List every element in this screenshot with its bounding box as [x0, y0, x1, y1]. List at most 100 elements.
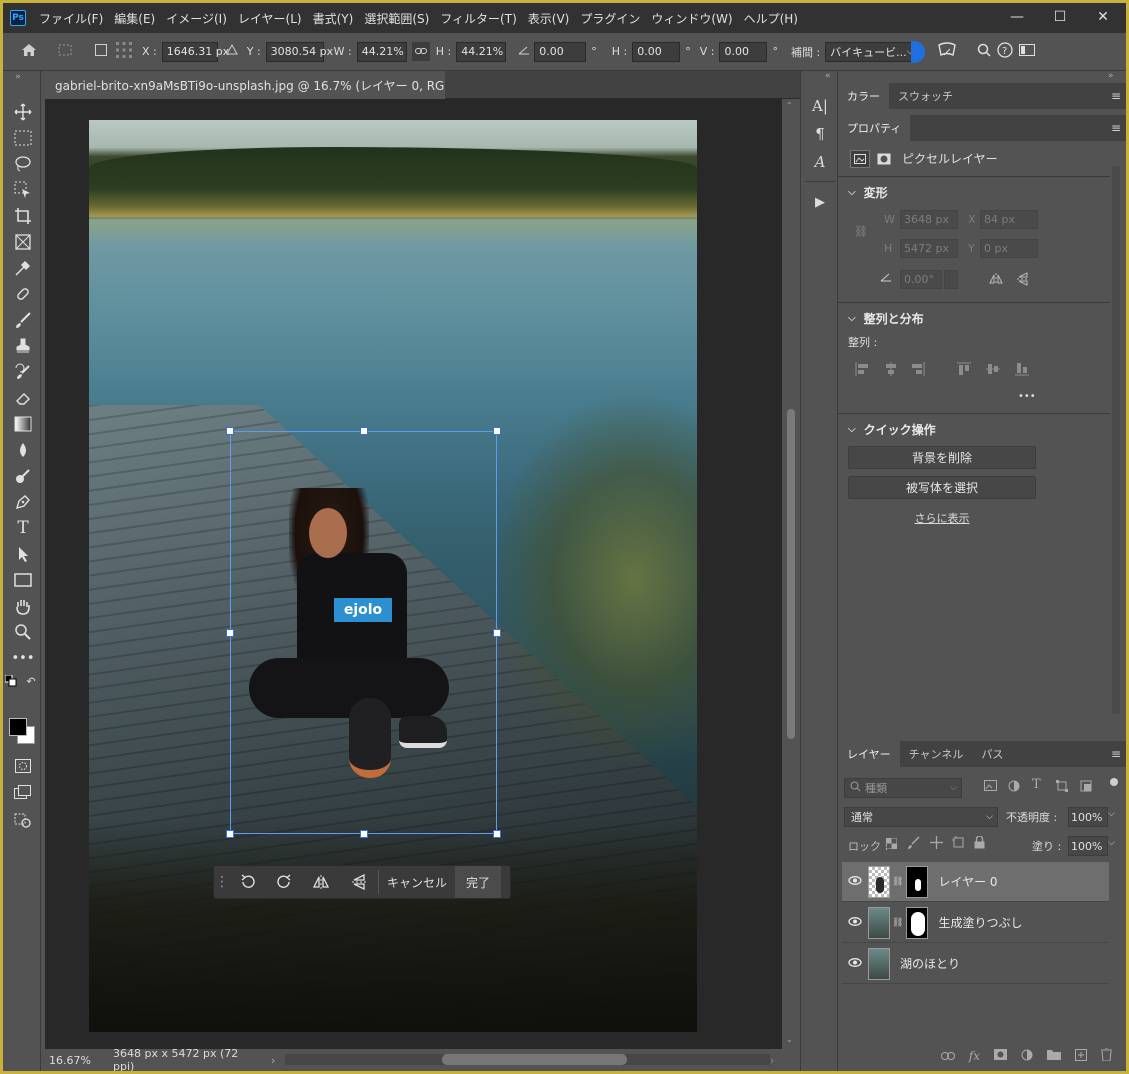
- layer-name[interactable]: 生成塗りつぶし: [938, 914, 1022, 931]
- quick-actions-section-header[interactable]: ⌵ クイック操作: [848, 421, 936, 438]
- tab-layers[interactable]: レイヤー: [838, 741, 900, 767]
- transform-width-field[interactable]: 3648 px: [900, 210, 958, 229]
- properties-menu-icon[interactable]: ≡: [1106, 115, 1126, 141]
- angle-dial[interactable]: [944, 270, 958, 289]
- lock-transparent-icon[interactable]: [885, 837, 898, 852]
- visibility-eye-icon[interactable]: [842, 915, 868, 930]
- frame-tool-icon[interactable]: [12, 231, 34, 253]
- layer-name[interactable]: 湖のほとり: [900, 955, 960, 972]
- swap-colors-icon[interactable]: ↶: [25, 675, 37, 688]
- menu-type[interactable]: 書式(Y): [313, 10, 354, 27]
- menu-view[interactable]: 表示(V): [528, 10, 570, 27]
- filter-type-icon[interactable]: T: [1032, 777, 1041, 792]
- character-panel-icon[interactable]: A|: [809, 95, 831, 117]
- pen-tool-icon[interactable]: [12, 491, 34, 513]
- blend-mode-select[interactable]: 通常 ⌵: [844, 807, 998, 827]
- marquee-tool-icon[interactable]: [12, 127, 34, 149]
- hand-tool-icon[interactable]: [12, 595, 34, 617]
- menu-edit[interactable]: 編集(E): [114, 10, 155, 27]
- menu-plugins[interactable]: プラグイン: [580, 10, 640, 27]
- new-layer-icon[interactable]: [1075, 1048, 1087, 1064]
- tab-properties[interactable]: プロパティ: [838, 115, 911, 141]
- rotation-field[interactable]: 0.00: [534, 41, 587, 62]
- rectangle-tool-icon[interactable]: [12, 569, 34, 591]
- menu-file[interactable]: ファイル(F): [39, 10, 103, 27]
- tab-channels[interactable]: チャンネル: [900, 741, 973, 767]
- history-brush-tool-icon[interactable]: [12, 361, 34, 383]
- drag-handle-icon[interactable]: ⋮: [214, 866, 230, 898]
- handle-bottom-left[interactable]: [226, 830, 234, 838]
- menu-select[interactable]: 選択範囲(S): [364, 10, 429, 27]
- visibility-eye-icon[interactable]: [842, 874, 868, 889]
- flip-vertical-icon[interactable]: [340, 866, 378, 898]
- horizontal-skew-field[interactable]: 0.00: [632, 41, 681, 62]
- handle-top-right[interactable]: [493, 427, 501, 435]
- opacity-dropdown-icon[interactable]: ⌵: [1108, 809, 1120, 819]
- tab-color[interactable]: カラー: [838, 83, 889, 109]
- interpolation-select[interactable]: バイキュービ... ⌵: [825, 41, 914, 62]
- eyedropper-tool-icon[interactable]: [12, 257, 34, 279]
- document-tab[interactable]: gabriel-brito-xn9aMsBTi9o-unsplash.jpg @…: [45, 71, 445, 99]
- panel-menu-icon[interactable]: ≡: [1106, 83, 1126, 109]
- menu-filter[interactable]: フィルター(T): [440, 10, 516, 27]
- align-bottom-icon[interactable]: [1014, 361, 1030, 380]
- layer-mask-thumbnail[interactable]: [906, 906, 929, 939]
- link-layers-icon[interactable]: [940, 1049, 955, 1063]
- menu-window[interactable]: ウィンドウ(W): [651, 10, 732, 27]
- paragraph-panel-icon[interactable]: ¶: [809, 123, 831, 145]
- handle-middle-right[interactable]: [493, 629, 501, 637]
- lock-all-icon[interactable]: [974, 835, 985, 852]
- crop-tool-icon[interactable]: [12, 205, 34, 227]
- link-aspect-icon[interactable]: [411, 42, 430, 61]
- lock-position-icon[interactable]: [930, 836, 943, 852]
- properties-scrollbar[interactable]: [1112, 166, 1120, 714]
- flip-horizontal-icon[interactable]: [302, 866, 340, 898]
- menu-help[interactable]: ヘルプ(H): [744, 10, 798, 27]
- pixel-layer-icon[interactable]: [850, 149, 870, 168]
- menu-layer[interactable]: レイヤー(L): [238, 10, 302, 27]
- foreground-color-swatch[interactable]: [9, 718, 27, 736]
- height-field[interactable]: 44.21%: [456, 41, 507, 62]
- flip-vertical-prop-icon[interactable]: [1016, 271, 1030, 290]
- zoom-tool-icon[interactable]: [12, 621, 34, 643]
- handle-bottom-right[interactable]: [493, 830, 501, 838]
- mask-link-icon[interactable]: ⛓: [892, 877, 903, 887]
- select-subject-button[interactable]: 被写体を選択: [848, 476, 1036, 499]
- collapse-right-icon[interactable]: »: [1108, 71, 1114, 81]
- minimize-button[interactable]: —: [996, 3, 1038, 31]
- layers-menu-icon[interactable]: ≡: [1106, 741, 1126, 767]
- expand-panels-icon[interactable]: «: [825, 71, 831, 81]
- home-icon[interactable]: [21, 43, 37, 61]
- fx-icon[interactable]: fx: [969, 1049, 980, 1063]
- add-mask-icon[interactable]: [994, 1049, 1007, 1063]
- quick-mask-icon[interactable]: [12, 755, 34, 777]
- layer-row[interactable]: 湖のほとり: [842, 944, 1109, 984]
- filter-adjustment-icon[interactable]: [1008, 780, 1020, 795]
- search-icon[interactable]: [977, 43, 991, 61]
- tab-swatches[interactable]: スウォッチ: [889, 83, 962, 109]
- glyphs-panel-icon[interactable]: A: [809, 151, 831, 173]
- show-more-link[interactable]: さらに表示: [838, 510, 1046, 526]
- healing-brush-tool-icon[interactable]: [12, 283, 34, 305]
- more-tools-icon[interactable]: •••: [12, 647, 35, 669]
- lasso-tool-icon[interactable]: [12, 153, 34, 175]
- horizontal-scrollbar[interactable]: [285, 1054, 770, 1065]
- lock-image-icon[interactable]: [908, 836, 921, 852]
- filter-smart-object-icon[interactable]: [1080, 780, 1092, 795]
- reference-point-checkbox[interactable]: [95, 43, 107, 60]
- warp-icon[interactable]: [937, 41, 957, 63]
- done-button[interactable]: 完了: [455, 866, 501, 898]
- edit-toolbar-icon[interactable]: [12, 809, 34, 831]
- transform-bounding-box[interactable]: [226, 427, 501, 838]
- visibility-eye-icon[interactable]: [842, 956, 868, 971]
- workspace-icon[interactable]: [1019, 43, 1036, 60]
- filter-shape-icon[interactable]: [1056, 780, 1068, 795]
- filter-pixel-icon[interactable]: [984, 780, 997, 794]
- align-vertical-center-icon[interactable]: [985, 361, 1001, 380]
- transform-y-field[interactable]: 0 px: [980, 239, 1038, 258]
- brush-tool-icon[interactable]: [12, 309, 34, 331]
- layer-row[interactable]: ⛓ レイヤー 0: [842, 862, 1109, 902]
- stamp-tool-icon[interactable]: [12, 335, 34, 357]
- tab-paths[interactable]: パス: [972, 741, 1012, 767]
- warp-toggle[interactable]: [911, 40, 926, 63]
